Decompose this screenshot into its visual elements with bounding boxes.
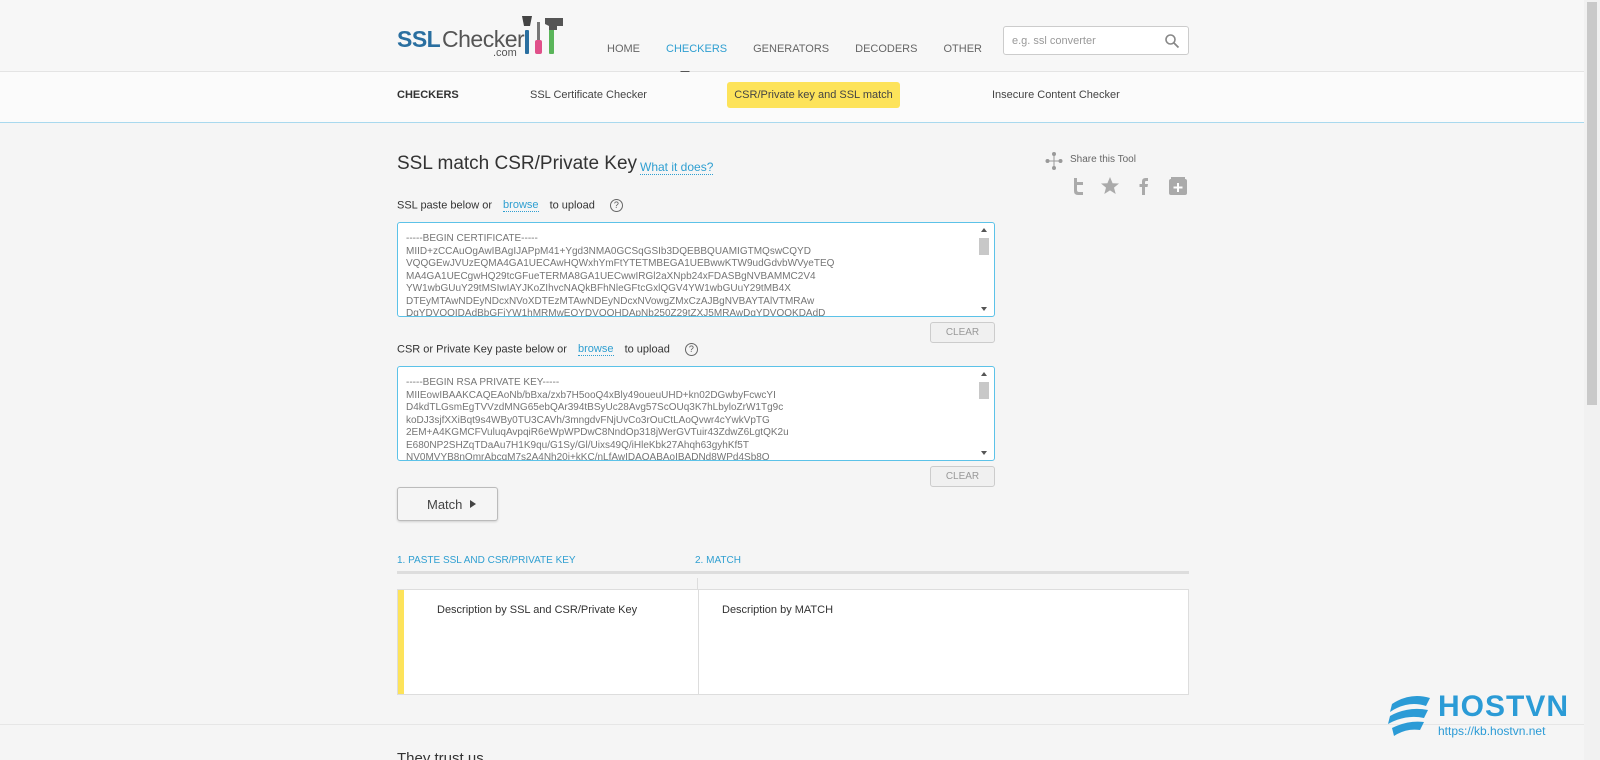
- watermark-url: https://kb.hostvn.net: [1438, 724, 1546, 738]
- subnav-csr-ssl-match[interactable]: CSR/Private key and SSL match: [727, 82, 900, 108]
- nav-home[interactable]: HOME: [607, 43, 640, 55]
- step-divider: [397, 571, 1189, 574]
- ssl-label-text: SSL paste below or: [397, 199, 492, 212]
- scroll-down-icon[interactable]: [981, 307, 987, 311]
- csr-browse-link[interactable]: browse: [578, 343, 614, 357]
- csr-clear-button[interactable]: CLEAR: [930, 466, 995, 487]
- subnav-label: CHECKERS: [397, 89, 459, 101]
- nav-generators[interactable]: GENERATORS: [753, 43, 829, 55]
- ssl-field-label: SSL paste below or browse to upload ?: [397, 199, 623, 213]
- ssl-browse-link[interactable]: browse: [503, 199, 539, 213]
- page-title: SSL match CSR/Private Key: [397, 153, 638, 174]
- subnav-insecure-content-checker[interactable]: Insecure Content Checker: [992, 89, 1120, 101]
- ssl-clear-button[interactable]: CLEAR: [930, 322, 995, 343]
- match-button-label: Match: [427, 497, 463, 512]
- ssl-help-icon[interactable]: ?: [609, 199, 623, 212]
- hostvn-watermark: HOSTVN https://kb.hostvn.net: [1386, 690, 1576, 740]
- csr-label-upload: to upload: [624, 343, 670, 356]
- bookmark-plus-icon[interactable]: [1168, 176, 1188, 196]
- play-arrow-icon: [470, 500, 476, 508]
- csr-textarea-scrollbar[interactable]: [978, 370, 990, 457]
- search-box: [1003, 26, 1189, 55]
- nav-checkers[interactable]: CHECKERS: [666, 43, 727, 55]
- tools-icon: [522, 16, 563, 54]
- csr-label-text: CSR or Private Key paste below or: [397, 343, 567, 356]
- scroll-thumb[interactable]: [979, 382, 989, 399]
- step-2-description: Description by MATCH: [722, 604, 834, 616]
- step-1-label: 1. PASTE SSL AND CSR/PRIVATE KEY: [397, 555, 576, 566]
- nav-decoders[interactable]: DECODERS: [855, 43, 917, 55]
- header: SSL Checker .com HOME CHECKERS GENERATOR…: [0, 0, 1600, 72]
- description-divider: [698, 590, 699, 694]
- sub-nav: CHECKERS SSL Certificate Checker CSR/Pri…: [0, 72, 1600, 123]
- footer-divider: [0, 724, 1600, 725]
- facebook-icon[interactable]: [1134, 176, 1154, 196]
- csr-textarea-box: [397, 366, 995, 461]
- page-scroll-thumb[interactable]: [1587, 2, 1597, 405]
- logo-com-text: .com: [493, 47, 517, 59]
- share-label: Share this Tool: [1070, 154, 1136, 165]
- search-icon[interactable]: [1164, 33, 1180, 49]
- trust-heading: They trust us: [397, 750, 484, 760]
- logo-ssl-text: SSL: [397, 26, 441, 52]
- what-it-does-link[interactable]: What it does?: [640, 160, 714, 175]
- share-icon: [1045, 152, 1063, 170]
- ssl-textarea-box: [397, 222, 995, 317]
- hostvn-logo-icon: [1388, 696, 1430, 736]
- ssl-textarea-scrollbar[interactable]: [978, 226, 990, 313]
- search-input[interactable]: [1012, 32, 1162, 50]
- ssl-label-upload: to upload: [549, 199, 595, 212]
- page-scrollbar[interactable]: [1584, 0, 1600, 760]
- ssl-textarea[interactable]: [398, 223, 973, 316]
- csr-help-icon[interactable]: ?: [684, 343, 698, 356]
- step-1-description: Description by SSL and CSR/Private Key: [437, 604, 638, 616]
- csr-field-label: CSR or Private Key paste below or browse…: [397, 343, 698, 357]
- logo[interactable]: SSL Checker .com: [397, 16, 572, 60]
- scroll-up-icon[interactable]: [981, 372, 987, 376]
- star-icon[interactable]: [1100, 176, 1120, 196]
- scroll-up-icon[interactable]: [981, 228, 987, 232]
- description-box: Description by SSL and CSR/Private Key D…: [397, 589, 1189, 695]
- subnav-ssl-certificate-checker[interactable]: SSL Certificate Checker: [530, 89, 647, 101]
- watermark-name: HOSTVN: [1438, 690, 1570, 723]
- csr-textarea[interactable]: [398, 367, 973, 460]
- active-step-marker: [398, 590, 404, 694]
- scroll-thumb[interactable]: [979, 238, 989, 255]
- nav-other[interactable]: OTHER: [943, 43, 982, 55]
- scroll-down-icon[interactable]: [981, 451, 987, 455]
- match-button[interactable]: Match: [397, 487, 498, 521]
- step-2-label: 2. MATCH: [695, 555, 741, 566]
- twitter-icon[interactable]: [1068, 176, 1088, 196]
- main-nav: HOME CHECKERS GENERATORS DECODERS OTHER: [607, 43, 1008, 55]
